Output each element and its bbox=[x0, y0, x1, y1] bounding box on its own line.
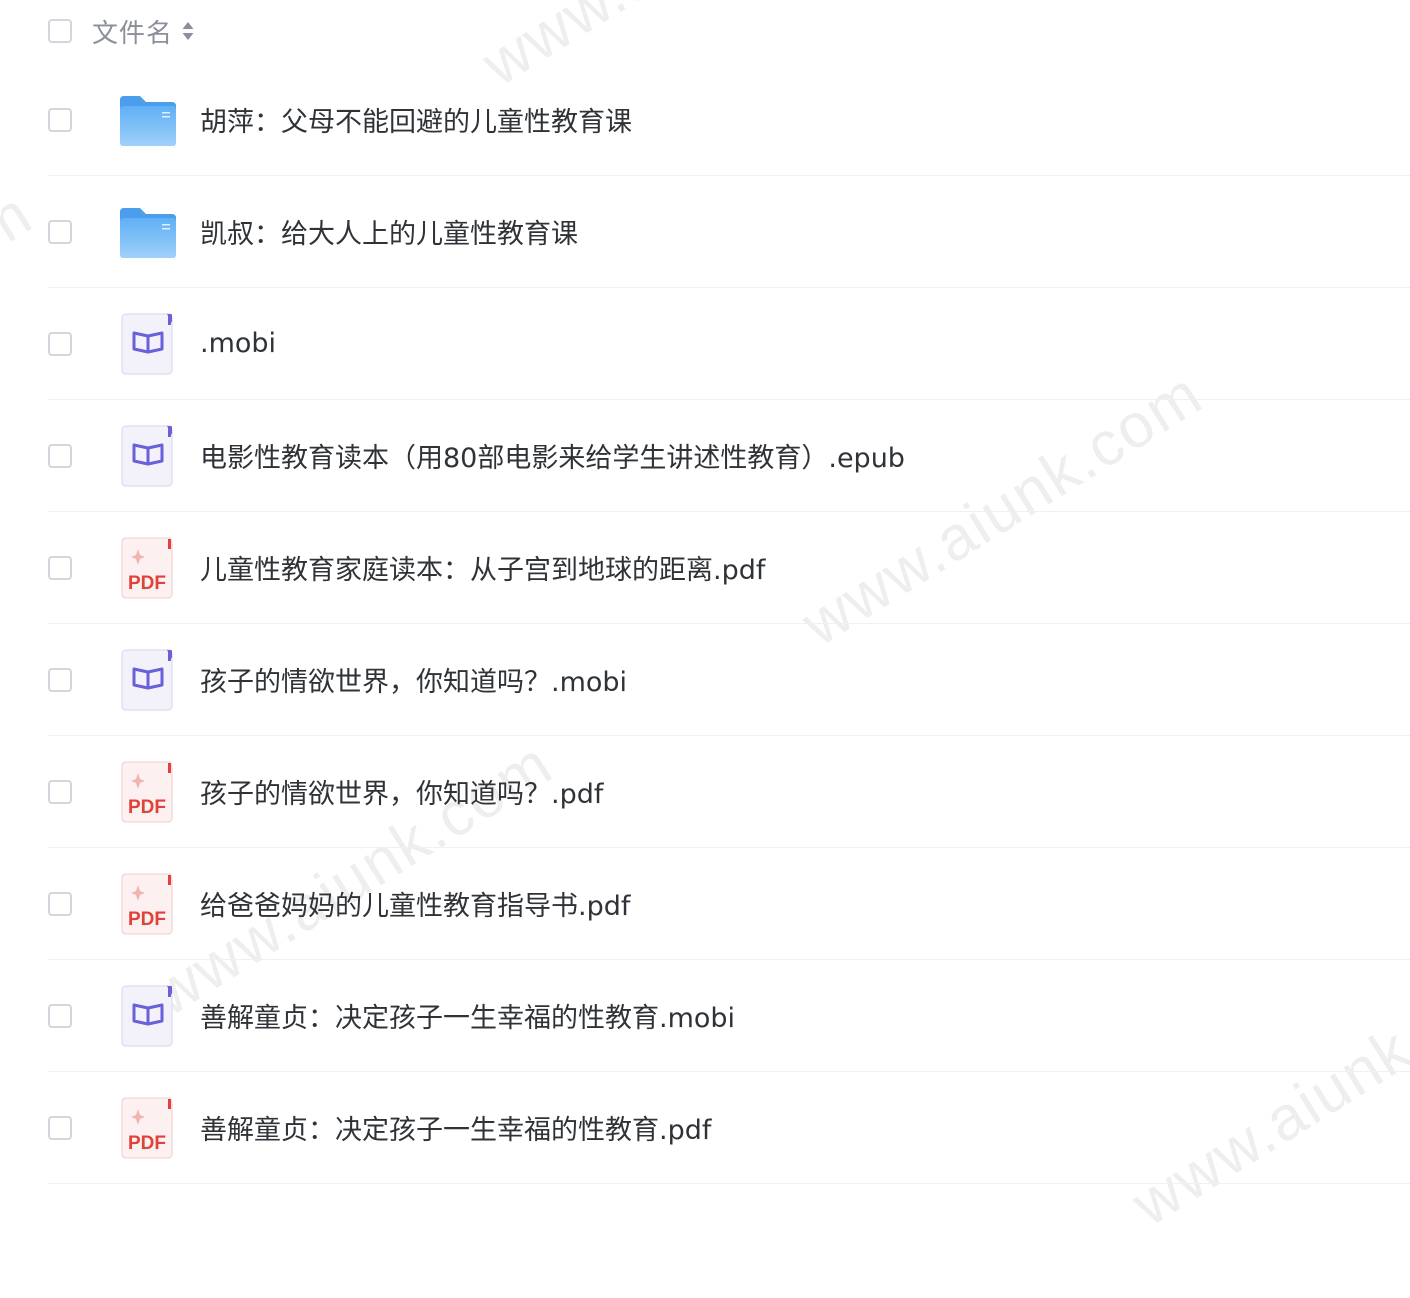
file-row[interactable]: PDF 儿童性教育家庭读本：从子宫到地球的距离.pdf bbox=[48, 512, 1410, 624]
pdf-icon: PDF bbox=[118, 872, 178, 935]
list-header: 文件名 bbox=[48, 10, 195, 52]
pdf-icon: PDF bbox=[118, 1096, 178, 1159]
file-name[interactable]: 善解童贞：决定孩子一生幸福的性教育.mobi bbox=[200, 996, 735, 1035]
file-name[interactable]: 给爸爸妈妈的儿童性教育指导书.pdf bbox=[200, 884, 630, 923]
file-name[interactable]: 善解童贞：决定孩子一生幸福的性教育.pdf bbox=[200, 1108, 711, 1147]
file-row[interactable]: 善解童贞：决定孩子一生幸福的性教育.mobi bbox=[48, 960, 1410, 1072]
file-name[interactable]: 胡萍：父母不能回避的儿童性教育课 bbox=[200, 100, 632, 139]
file-row[interactable]: PDF 孩子的情欲世界，你知道吗？.pdf bbox=[48, 736, 1410, 848]
folder-icon bbox=[118, 90, 178, 150]
ebook-icon bbox=[118, 648, 178, 711]
file-row[interactable]: 孩子的情欲世界，你知道吗？.mobi bbox=[48, 624, 1410, 736]
pdf-icon: PDF bbox=[118, 536, 178, 599]
file-name[interactable]: 凯叔：给大人上的儿童性教育课 bbox=[200, 212, 578, 251]
file-row[interactable]: 凯叔：给大人上的儿童性教育课 bbox=[48, 176, 1410, 288]
file-row[interactable]: .mobi bbox=[48, 288, 1410, 400]
row-checkbox[interactable] bbox=[48, 331, 72, 356]
row-checkbox[interactable] bbox=[48, 555, 72, 580]
file-row[interactable]: 电影性教育读本（用80部电影来给学生讲述性教育）.epub bbox=[48, 400, 1410, 512]
sort-updown-icon[interactable] bbox=[181, 18, 195, 44]
row-checkbox[interactable] bbox=[48, 891, 72, 916]
folder-icon bbox=[118, 202, 178, 262]
file-name[interactable]: .mobi bbox=[200, 328, 276, 359]
ebook-icon bbox=[118, 312, 178, 375]
pdf-icon: PDF bbox=[118, 760, 178, 823]
file-row[interactable]: 胡萍：父母不能回避的儿童性教育课 bbox=[48, 64, 1410, 176]
row-checkbox[interactable] bbox=[48, 107, 72, 132]
row-checkbox[interactable] bbox=[48, 219, 72, 244]
select-all-checkbox[interactable] bbox=[48, 19, 72, 43]
svg-text:PDF: PDF bbox=[128, 909, 166, 930]
ebook-icon bbox=[118, 984, 178, 1047]
file-row[interactable]: PDF 善解童贞：决定孩子一生幸福的性教育.pdf bbox=[48, 1072, 1410, 1184]
row-checkbox[interactable] bbox=[48, 443, 72, 468]
file-row[interactable]: PDF 给爸爸妈妈的儿童性教育指导书.pdf bbox=[48, 848, 1410, 960]
column-header-filename[interactable]: 文件名 bbox=[92, 13, 173, 50]
row-checkbox[interactable] bbox=[48, 1115, 72, 1140]
watermark: www.aiunk.com bbox=[0, 178, 45, 480]
file-name[interactable]: 电影性教育读本（用80部电影来给学生讲述性教育）.epub bbox=[200, 436, 905, 475]
file-name[interactable]: 孩子的情欲世界，你知道吗？.pdf bbox=[200, 772, 603, 811]
file-name[interactable]: 儿童性教育家庭读本：从子宫到地球的距离.pdf bbox=[200, 548, 765, 587]
svg-text:PDF: PDF bbox=[128, 573, 166, 594]
svg-text:PDF: PDF bbox=[128, 1133, 166, 1154]
file-name[interactable]: 孩子的情欲世界，你知道吗？.mobi bbox=[200, 660, 627, 699]
ebook-icon bbox=[118, 424, 178, 487]
row-checkbox[interactable] bbox=[48, 779, 72, 804]
row-checkbox[interactable] bbox=[48, 1003, 72, 1028]
svg-text:PDF: PDF bbox=[128, 797, 166, 818]
file-list: 胡萍：父母不能回避的儿童性教育课 凯叔：给大人上的儿童性教育课 .mobi 电影性教育… bbox=[48, 64, 1410, 1184]
row-checkbox[interactable] bbox=[48, 667, 72, 692]
